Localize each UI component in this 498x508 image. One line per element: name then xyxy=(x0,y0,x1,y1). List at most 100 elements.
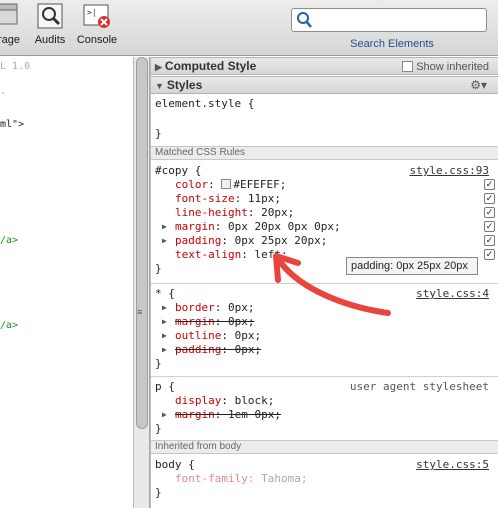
property-name: border xyxy=(175,301,215,314)
property-row[interactable]: line-height: 20px; xyxy=(175,206,294,219)
rule-source-link[interactable]: style.css:4 xyxy=(416,287,489,300)
pane-scrollbar[interactable]: ≡ xyxy=(133,57,150,508)
property-checkbox[interactable]: ✓ xyxy=(484,249,495,260)
toolbar: rage Audits >| Console Search Elements xyxy=(0,0,498,56)
rule-close: } xyxy=(155,486,162,499)
elements-source-pane: L 1.0 - ml"> /a> /a> xyxy=(0,57,133,508)
rule-close: } xyxy=(155,357,162,370)
property-checkbox[interactable]: ✓ xyxy=(484,221,495,232)
property-name: text-align xyxy=(175,248,242,261)
property-name: display xyxy=(175,394,222,407)
show-inherited-toggle[interactable]: Show inherited xyxy=(402,59,489,75)
search-elements-label: Search Elements xyxy=(350,38,434,50)
storage-icon xyxy=(0,2,23,30)
property-row[interactable]: text-align: left; xyxy=(175,248,288,261)
rule-close: } xyxy=(155,422,162,435)
property-name: color xyxy=(175,178,209,191)
svg-text:>|: >| xyxy=(87,8,97,17)
source-line: L 1.0 xyxy=(0,61,31,72)
property-row-inherited[interactable]: font-family: Tahoma; xyxy=(175,472,307,485)
inherited-header: Inherited from body xyxy=(151,440,498,454)
property-checkbox[interactable]: ✓ xyxy=(484,193,495,204)
property-value: 20px; xyxy=(261,206,295,219)
property-value: 0px 25px 20px; xyxy=(234,234,328,247)
rule-selector[interactable]: body { xyxy=(155,458,195,471)
property-value: block; xyxy=(234,394,275,407)
property-name: padding xyxy=(175,234,222,247)
magnifier-icon xyxy=(36,2,64,30)
rule-selector[interactable]: * { xyxy=(155,287,175,300)
expanded-triangle-icon: ▼ xyxy=(155,81,164,91)
expand-triangle-icon[interactable]: ▶ xyxy=(162,303,167,312)
rule-p: p { user agent stylesheet display: block… xyxy=(151,376,498,439)
splitter-grip-icon[interactable]: ≡ xyxy=(137,307,142,317)
audits-label: Audits xyxy=(34,34,66,46)
expand-triangle-icon[interactable]: ▶ xyxy=(162,236,167,245)
styles-sidebar: ▶ Computed Style Show inherited ▼ Styles ⚙… xyxy=(150,57,498,508)
rule-selector[interactable]: p { xyxy=(155,380,175,393)
rule-close: } xyxy=(155,127,162,140)
search-input[interactable] xyxy=(291,8,487,32)
padding-tooltip: padding: 0px 25px 20px xyxy=(346,257,478,275)
property-row[interactable]: color: #EFEFEF; xyxy=(175,178,286,191)
property-row[interactable]: display: block; xyxy=(175,394,274,407)
property-row[interactable]: ▶ padding: 0px 25px 20px; xyxy=(162,234,328,247)
property-value: 0px; xyxy=(228,301,255,314)
expand-triangle-icon[interactable]: ▶ xyxy=(162,410,167,419)
property-value: 0px; xyxy=(234,329,262,342)
styles-header[interactable]: ▼ Styles ⚙▾ xyxy=(151,76,498,94)
gear-icon[interactable]: ⚙▾ xyxy=(470,77,487,93)
property-checkbox[interactable]: ✓ xyxy=(484,179,495,190)
property-name: margin xyxy=(175,408,215,421)
property-value: 0px 20px 0px 0px; xyxy=(228,220,341,233)
rule-body: body { style.css:5 font-family: Tahoma; … xyxy=(151,455,498,508)
property-name: margin xyxy=(175,220,215,233)
computed-style-header[interactable]: ▶ Computed Style Show inherited xyxy=(151,57,498,75)
property-name: padding xyxy=(175,343,222,356)
property-checkbox[interactable]: ✓ xyxy=(484,235,495,246)
computed-style-title: Computed Style xyxy=(164,59,257,73)
property-row[interactable]: ▶ border: 0px; xyxy=(162,301,255,314)
property-row[interactable]: ▶ margin: 0px 20px 0px 0px; xyxy=(162,220,341,233)
rule-source-link[interactable]: style.css:93 xyxy=(410,164,489,177)
collapsed-triangle-icon: ▶ xyxy=(155,62,162,72)
property-row[interactable]: ▶ outline: 0px; xyxy=(162,329,262,342)
property-name: margin xyxy=(175,315,215,328)
rule-selector[interactable]: #copy { xyxy=(155,164,201,177)
source-line: ml"> xyxy=(0,119,25,130)
storage-button[interactable]: rage xyxy=(0,2,24,46)
property-row[interactable]: font-size: 11px; xyxy=(175,192,281,205)
property-checkbox[interactable]: ✓ xyxy=(484,207,495,218)
show-inherited-checkbox[interactable] xyxy=(402,61,414,72)
audits-button[interactable]: Audits xyxy=(33,2,67,46)
element-style-block: element.style { } xyxy=(151,95,498,145)
color-swatch[interactable] xyxy=(221,179,232,189)
property-row-overridden[interactable]: ▶ padding: 0px; xyxy=(162,343,261,356)
expand-triangle-icon[interactable]: ▶ xyxy=(162,317,167,326)
property-value: 1em 0px; xyxy=(228,408,281,421)
show-inherited-label: Show inherited xyxy=(416,61,489,73)
property-row-overridden[interactable]: ▶ margin: 0px; xyxy=(162,315,255,328)
search-icon xyxy=(296,11,312,32)
source-line: /a> xyxy=(0,235,19,246)
console-label: Console xyxy=(76,34,118,46)
scroll-thumb[interactable] xyxy=(136,57,148,429)
property-value: #EFEFEF; xyxy=(233,178,287,191)
rule-source-link[interactable]: style.css:5 xyxy=(416,458,489,471)
console-icon: >| xyxy=(83,2,111,30)
rule-selector[interactable]: element.style { xyxy=(155,97,254,110)
expand-triangle-icon[interactable]: ▶ xyxy=(162,222,167,231)
expand-triangle-icon[interactable]: ▶ xyxy=(162,345,167,354)
rule-close: } xyxy=(155,262,162,275)
matched-rules-header: Matched CSS Rules xyxy=(151,146,498,160)
rule-source-label: user agent stylesheet xyxy=(349,380,489,393)
property-name: outline xyxy=(175,329,222,342)
property-value: Tahoma; xyxy=(261,472,308,485)
console-button[interactable]: >| Console xyxy=(76,2,118,46)
property-row-overridden[interactable]: ▶ margin: 1em 0px; xyxy=(162,408,281,421)
property-name: font-size xyxy=(175,192,235,205)
expand-triangle-icon[interactable]: ▶ xyxy=(162,331,167,340)
source-line: /a> xyxy=(0,320,19,331)
property-value: 0px; xyxy=(228,315,255,328)
rule-universal: * { style.css:4 ▶ border: 0px; ▶ margin: 0… xyxy=(151,283,498,375)
